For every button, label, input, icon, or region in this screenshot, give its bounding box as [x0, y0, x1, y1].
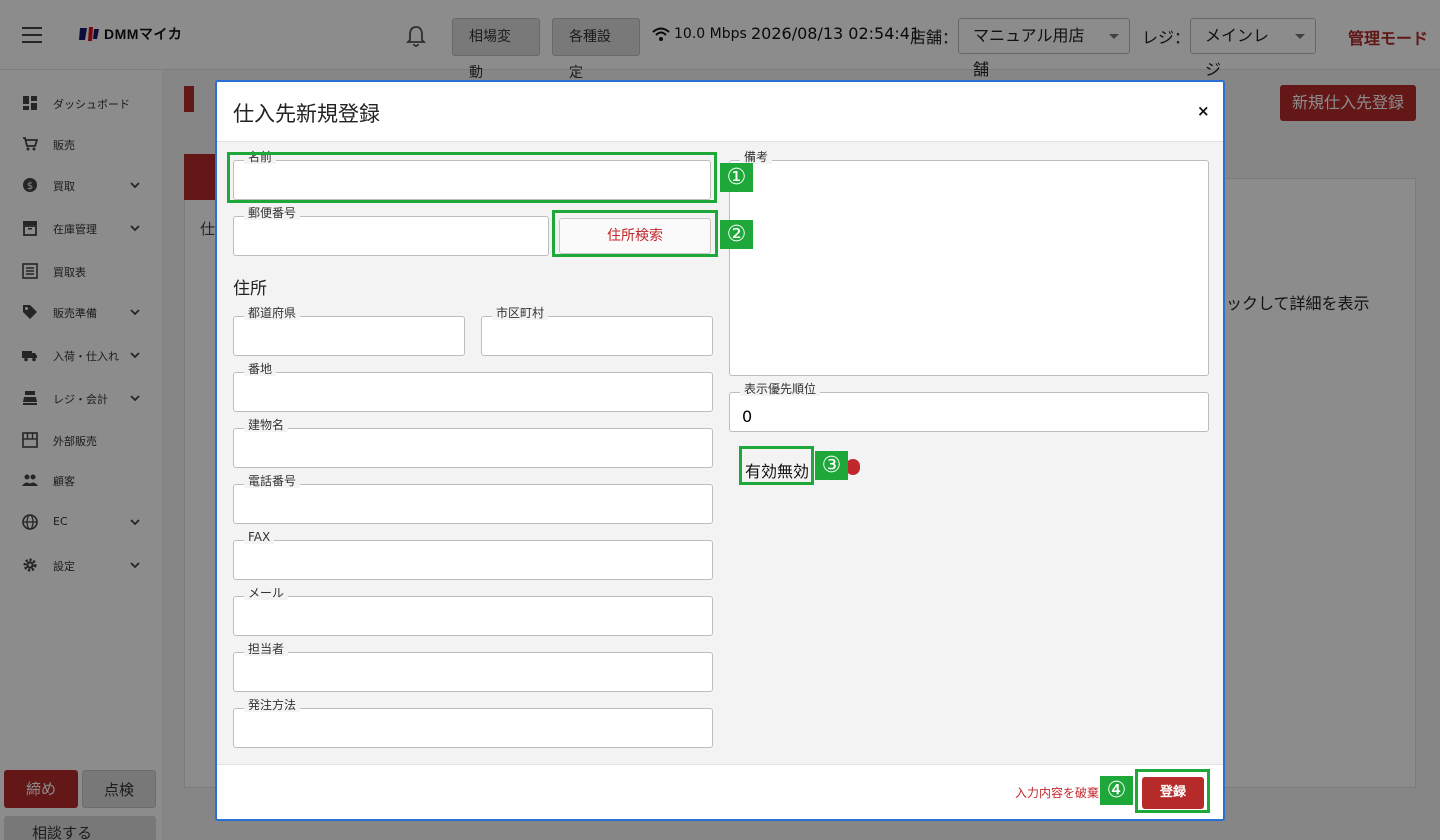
prefecture-input[interactable] [234, 317, 464, 355]
annotation-badge-1: ① [720, 163, 753, 192]
contact-person-input[interactable] [234, 653, 712, 691]
notes-field[interactable]: 備考 [729, 150, 1209, 376]
annotation-box-address-search [552, 210, 718, 257]
fax-input[interactable] [234, 541, 712, 579]
annotation-box-name [227, 152, 717, 203]
modal-title: 仕入先新規登録 [233, 102, 380, 126]
city-input[interactable] [482, 317, 712, 355]
postal-code-field[interactable]: 郵便番号 [233, 206, 549, 256]
building-input[interactable] [234, 429, 712, 467]
annotation-box-toggle [739, 446, 814, 485]
order-method-input[interactable] [234, 709, 712, 747]
postal-code-input[interactable] [234, 217, 548, 255]
active-toggle[interactable] [846, 459, 860, 475]
fax-field[interactable]: FAX [233, 530, 713, 580]
annotation-box-register [1135, 769, 1210, 813]
order-method-field[interactable]: 発注方法 [233, 698, 713, 748]
discard-input-link[interactable]: 入力内容を破棄 [1015, 784, 1099, 801]
street-input[interactable] [234, 373, 712, 411]
prefecture-field[interactable]: 都道府県 [233, 306, 465, 356]
address-section-title: 住所 [233, 279, 267, 299]
annotation-badge-3: ③ [815, 451, 848, 480]
street-field[interactable]: 番地 [233, 362, 713, 412]
close-icon[interactable]: × [1197, 102, 1210, 120]
annotation-badge-4: ④ [1100, 776, 1133, 805]
building-field[interactable]: 建物名 [233, 418, 713, 468]
email-field[interactable]: メール [233, 586, 713, 636]
city-field[interactable]: 市区町村 [481, 306, 713, 356]
annotation-badge-2: ② [720, 220, 753, 249]
priority-input[interactable] [730, 393, 1208, 431]
phone-field[interactable]: 電話番号 [233, 474, 713, 524]
email-input[interactable] [234, 597, 712, 635]
phone-input[interactable] [234, 485, 712, 523]
priority-field[interactable]: 表示優先順位 [729, 382, 1209, 432]
modal-header: 仕入先新規登録 × [217, 82, 1223, 142]
contact-person-field[interactable]: 担当者 [233, 642, 713, 692]
notes-textarea[interactable] [730, 161, 1208, 375]
